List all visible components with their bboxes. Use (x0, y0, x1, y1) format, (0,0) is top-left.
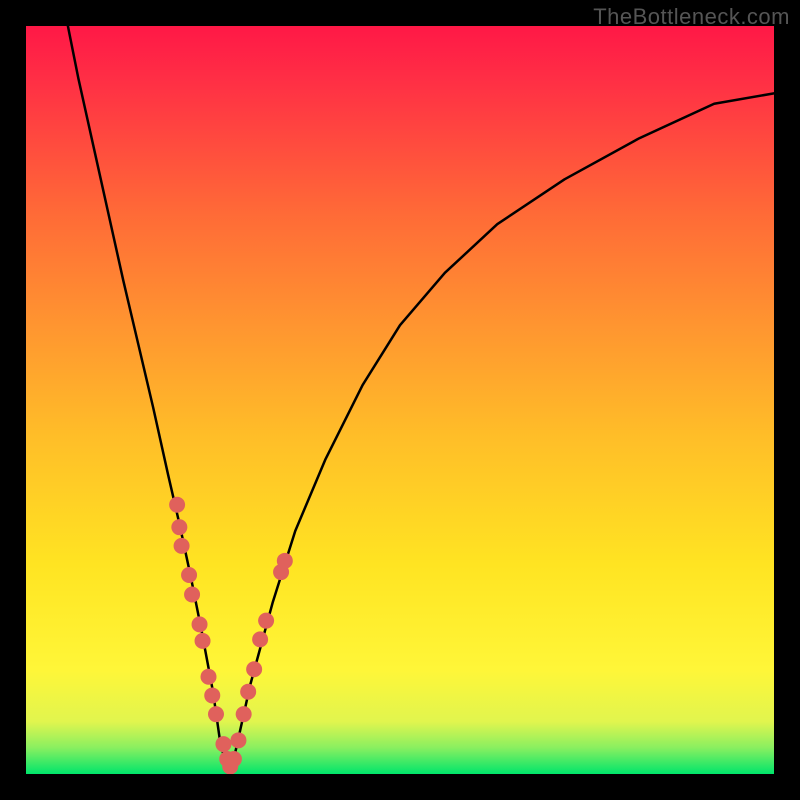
data-marker (236, 706, 252, 722)
data-marker (240, 684, 256, 700)
watermark-text: TheBottleneck.com (593, 4, 790, 30)
data-marker (226, 751, 242, 767)
data-marker (195, 633, 211, 649)
data-marker (169, 497, 185, 513)
bottleneck-chart (26, 26, 774, 774)
data-marker (171, 519, 187, 535)
data-marker (230, 732, 246, 748)
data-marker (184, 586, 200, 602)
gradient-background (26, 26, 774, 774)
data-marker (192, 616, 208, 632)
data-marker (277, 553, 293, 569)
data-marker (174, 538, 190, 554)
data-marker (258, 613, 274, 629)
data-marker (201, 669, 217, 685)
data-marker (181, 567, 197, 583)
data-marker (215, 736, 231, 752)
data-marker (208, 706, 224, 722)
chart-plot-area (26, 26, 774, 774)
data-marker (252, 631, 268, 647)
data-marker (204, 687, 220, 703)
image-frame: TheBottleneck.com (0, 0, 800, 800)
data-marker (246, 661, 262, 677)
